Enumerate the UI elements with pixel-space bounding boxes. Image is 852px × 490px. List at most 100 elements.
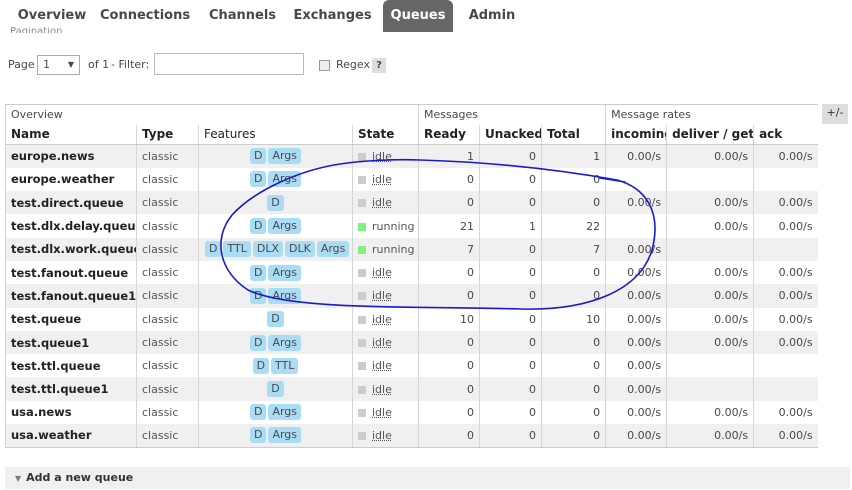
state-text: idle bbox=[372, 196, 392, 210]
deliver-get-rate: 0.00/s bbox=[666, 191, 754, 215]
queue-name-link[interactable]: europe.news bbox=[5, 144, 137, 168]
unacked-count: 1 bbox=[479, 214, 542, 238]
queue-name-link[interactable]: usa.news bbox=[5, 400, 137, 425]
column-toggle-button[interactable]: +/- bbox=[822, 104, 848, 124]
feature-badge: D bbox=[249, 427, 267, 444]
queue-name-link[interactable]: test.direct.queue bbox=[5, 191, 137, 215]
queue-name-link[interactable]: usa.weather bbox=[5, 424, 137, 448]
col-incoming[interactable]: incoming bbox=[605, 124, 667, 145]
feature-badge: DLK bbox=[285, 241, 315, 258]
tab-queues[interactable]: Queues bbox=[383, 0, 453, 32]
queue-features: D bbox=[198, 191, 353, 215]
tab-admin[interactable]: Admin bbox=[463, 0, 521, 32]
deliver-get-rate bbox=[666, 167, 754, 192]
ack-rate: 0.00/s bbox=[753, 214, 818, 238]
queue-state: idle bbox=[351, 424, 419, 448]
col-type[interactable]: Type bbox=[136, 124, 199, 145]
total-count: 0 bbox=[541, 377, 606, 401]
tab-channels[interactable]: Channels bbox=[205, 0, 280, 32]
regex-checkbox[interactable] bbox=[319, 60, 330, 71]
top-nav: Overview Connections Channels Exchanges … bbox=[0, 0, 852, 32]
unacked-count: 0 bbox=[479, 354, 542, 378]
col-deliver-get[interactable]: deliver / get bbox=[666, 124, 754, 145]
group-messages: Messages bbox=[418, 104, 606, 125]
queue-type: classic bbox=[136, 167, 199, 192]
regex-help-button[interactable]: ? bbox=[372, 58, 386, 73]
page-select-value: 1 bbox=[43, 58, 50, 71]
queue-name-link[interactable]: test.ttl.queue1 bbox=[5, 377, 137, 401]
col-features[interactable]: Features bbox=[198, 124, 353, 145]
table-row: test.dlx.delay.queue classic D Args running 2… bbox=[5, 214, 818, 238]
queue-state: idle bbox=[351, 260, 419, 285]
queue-name-link[interactable]: test.dlx.delay.queue bbox=[5, 214, 137, 238]
feature-badge: D bbox=[252, 357, 270, 374]
queue-type: classic bbox=[136, 214, 199, 238]
table-row: test.fanout.queue classic D Args idle 0 0 0 0.00… bbox=[5, 260, 818, 285]
total-count: 1 bbox=[541, 144, 606, 168]
ack-rate bbox=[753, 377, 818, 401]
total-count: 0 bbox=[541, 400, 606, 425]
queue-type: classic bbox=[136, 284, 199, 308]
queue-state: idle bbox=[351, 400, 419, 425]
incoming-rate bbox=[605, 214, 667, 238]
queue-name-link[interactable]: test.fanout.queue bbox=[5, 260, 137, 285]
add-queue-section[interactable]: ▼ Add a new queue bbox=[5, 467, 850, 489]
add-queue-label: Add a new queue bbox=[26, 471, 134, 484]
group-message-rates: Message rates bbox=[605, 104, 818, 125]
feature-badge: D bbox=[267, 381, 284, 398]
col-unacked[interactable]: Unacked bbox=[479, 124, 542, 145]
caret-down-icon: ▼ bbox=[67, 60, 74, 69]
pagination-legend: Pagination bbox=[10, 27, 63, 33]
total-count: 0 bbox=[541, 284, 606, 308]
tab-exchanges[interactable]: Exchanges bbox=[290, 0, 375, 32]
queue-name-link[interactable]: test.ttl.queue bbox=[5, 354, 137, 378]
deliver-get-rate: 0.00/s bbox=[666, 424, 754, 448]
table-row: usa.news classic D Args idle 0 0 0 0.00/s 0.00/s 0… bbox=[5, 400, 818, 425]
deliver-get-rate: 0.00/s bbox=[666, 400, 754, 425]
queue-features: D Args bbox=[198, 400, 353, 425]
tab-connections[interactable]: Connections bbox=[100, 0, 190, 32]
queue-name-link[interactable]: europe.weather bbox=[5, 167, 137, 192]
queue-type: classic bbox=[136, 330, 199, 355]
state-indicator-icon bbox=[358, 431, 366, 440]
queue-features: D TTL bbox=[198, 354, 353, 378]
col-ready[interactable]: Ready bbox=[418, 124, 480, 145]
queue-name-link[interactable]: test.dlx.work.queue bbox=[5, 237, 137, 261]
unacked-count: 0 bbox=[479, 424, 542, 448]
queue-type: classic bbox=[136, 144, 199, 168]
queue-name-link[interactable]: test.queue bbox=[5, 307, 137, 331]
incoming-rate: 0.00/s bbox=[605, 377, 667, 401]
table-row: test.direct.queue classic Didle 0 0 0 0.00/s 0.… bbox=[5, 191, 818, 215]
queue-name-link[interactable]: test.queue1 bbox=[5, 330, 137, 355]
col-state[interactable]: State bbox=[351, 124, 419, 145]
feature-badge: Args bbox=[268, 264, 302, 281]
ready-count: 0 bbox=[418, 284, 480, 308]
queue-features: D Args bbox=[198, 330, 353, 355]
unacked-count: 0 bbox=[479, 191, 542, 215]
unacked-count: 0 bbox=[479, 167, 542, 192]
state-text: idle bbox=[372, 289, 392, 303]
page-label: Page bbox=[8, 58, 35, 71]
queue-name-link[interactable]: test.fanout.queue1 bbox=[5, 284, 137, 308]
state-text: idle bbox=[372, 312, 392, 326]
unacked-count: 0 bbox=[479, 237, 542, 261]
filter-input[interactable] bbox=[154, 53, 304, 75]
state-indicator-icon bbox=[358, 292, 366, 301]
ack-rate bbox=[753, 167, 818, 192]
table-row: test.queue1 classic D Args idle 0 0 0 0.00/s 0.00… bbox=[5, 330, 818, 355]
ready-count: 0 bbox=[418, 354, 480, 378]
col-ack[interactable]: ack bbox=[753, 124, 818, 145]
state-text: running bbox=[372, 242, 415, 256]
queue-state: idle bbox=[351, 144, 419, 168]
col-name[interactable]: Name bbox=[5, 124, 137, 145]
ack-rate: 0.00/s bbox=[753, 284, 818, 308]
col-total[interactable]: Total bbox=[541, 124, 606, 145]
feature-badge: TTL bbox=[223, 241, 251, 258]
page-select[interactable]: 1 ▼ bbox=[37, 55, 80, 75]
queue-features: D Args bbox=[198, 260, 353, 285]
ack-rate: 0.00/s bbox=[753, 191, 818, 215]
ack-rate: 0.00/s bbox=[753, 260, 818, 285]
regex-label: Regex bbox=[336, 58, 370, 71]
state-text: idle bbox=[372, 336, 392, 350]
feature-badge: Args bbox=[268, 171, 302, 188]
